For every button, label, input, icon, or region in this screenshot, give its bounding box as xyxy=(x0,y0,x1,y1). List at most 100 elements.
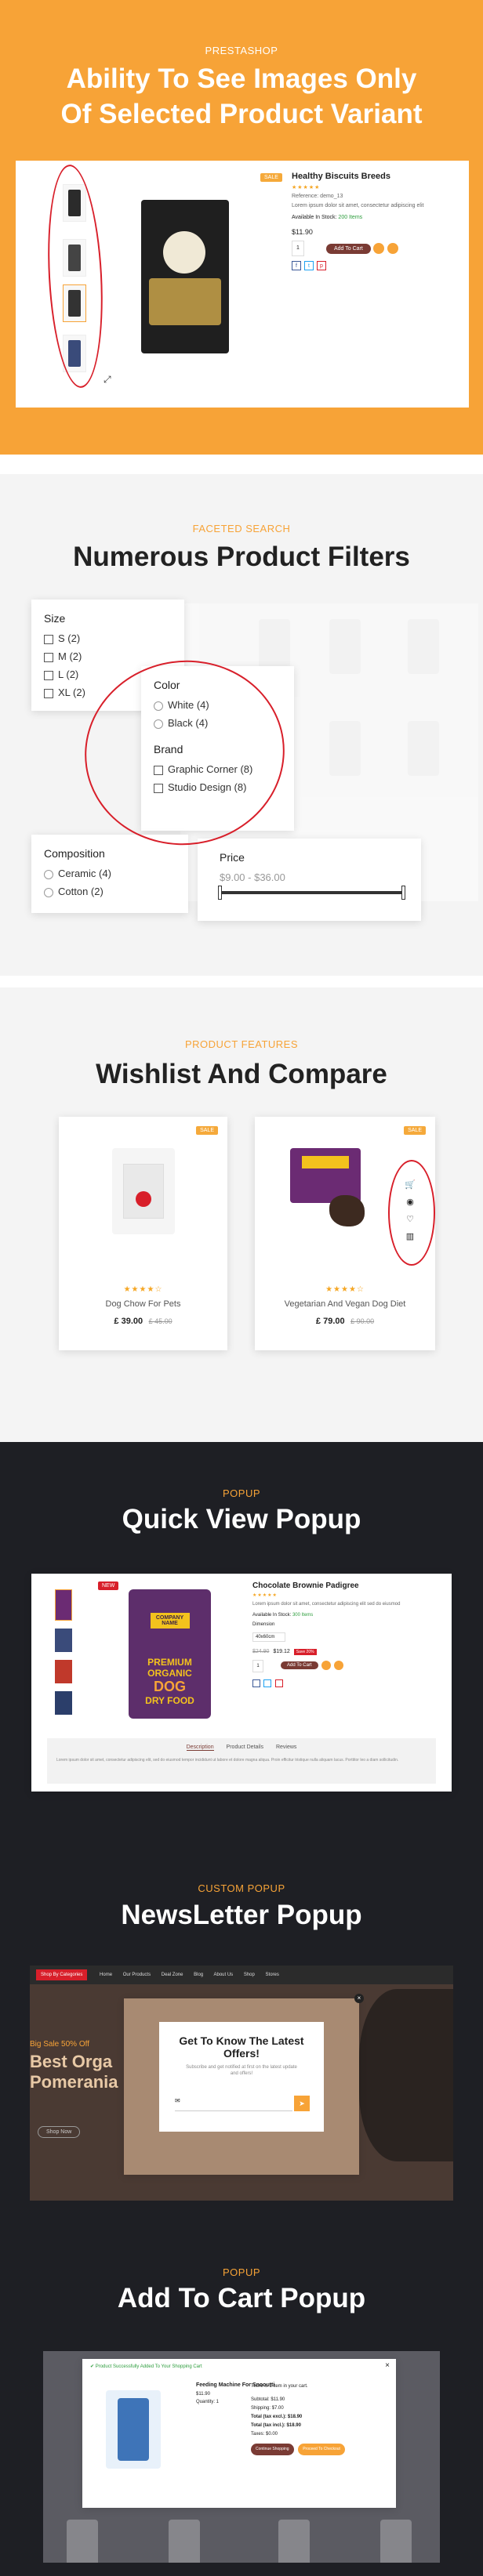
share-facebook[interactable]: f xyxy=(292,261,301,270)
tab-product-details[interactable]: Product Details xyxy=(227,1745,263,1750)
thumbnail[interactable] xyxy=(55,1629,72,1652)
site-nav: Shop By Categories Home Our Products Dea… xyxy=(30,1966,453,1984)
success-text: Product Successfully Added To Your Shopp… xyxy=(95,2364,202,2369)
proceed-checkout-button[interactable]: Proceed To Checkout xyxy=(298,2444,345,2455)
sale-badge: SALE xyxy=(196,1126,218,1135)
continue-shopping-button[interactable]: Continue Shopping xyxy=(251,2444,294,2455)
radio-icon[interactable] xyxy=(44,887,53,897)
checkbox-icon[interactable] xyxy=(44,634,53,644)
bag-text: PREMIUM xyxy=(147,1657,192,1668)
product-page-preview: ⤢ SALE Healthy Biscuits Breeds ★★★★★ Ref… xyxy=(16,161,469,408)
ghost-row xyxy=(51,2520,435,2563)
radio-icon[interactable] xyxy=(44,869,53,879)
add-to-cart-button[interactable]: Add To Cart xyxy=(326,244,371,254)
slider-handle-min[interactable] xyxy=(218,886,222,900)
filter-option[interactable]: M (2) xyxy=(44,650,172,662)
product-name[interactable]: Vegetarian And Vegan Dog Diet xyxy=(255,1299,435,1309)
product-tabs: Description Product Details Reviews Lore… xyxy=(47,1738,436,1784)
dimension-select[interactable]: 40x60cm xyxy=(252,1632,285,1642)
price-slider[interactable] xyxy=(218,886,405,900)
section-kicker: POPUP xyxy=(222,2266,260,2278)
new-badge: NEW xyxy=(98,1581,119,1590)
bag-text: DRY FOOD xyxy=(145,1695,194,1706)
cart-total-incl: Total (tax incl.): $18.90 xyxy=(251,2423,301,2428)
nav-categories[interactable]: Shop By Categories xyxy=(36,1969,88,1980)
section-kicker: POPUP xyxy=(222,1487,260,1499)
thumbnail[interactable] xyxy=(55,1660,72,1683)
share-pinterest[interactable]: p xyxy=(317,261,326,270)
quantity-input[interactable]: 1 xyxy=(252,1660,263,1672)
nav-item[interactable]: About Us xyxy=(213,1973,233,1977)
filter-option[interactable]: S (2) xyxy=(44,632,172,644)
product-image xyxy=(286,1148,372,1234)
product-reference: Reference: demo_13 xyxy=(292,194,343,199)
filter-price-heading: Price xyxy=(220,851,245,864)
facebook-icon[interactable] xyxy=(252,1679,260,1687)
nav-item[interactable]: Shop xyxy=(244,1973,255,1977)
share-twitter[interactable]: t xyxy=(304,261,314,270)
thumbnail[interactable] xyxy=(55,1691,72,1715)
rating-stars: ★★★★☆ xyxy=(325,1285,365,1294)
checkbox-icon[interactable] xyxy=(44,652,53,662)
price-range-value: $9.00 - $36.00 xyxy=(220,871,285,883)
sale-badge: SALE xyxy=(404,1126,426,1135)
nav-item[interactable]: Our Products xyxy=(123,1973,151,1977)
close-icon[interactable]: × xyxy=(385,2361,390,2370)
wishlist-button[interactable] xyxy=(373,243,384,254)
section-kicker: CUSTOM POPUP xyxy=(198,1882,285,1894)
highlight-circle xyxy=(388,1160,435,1266)
filter-option[interactable]: Cotton (2) xyxy=(44,886,176,897)
tab-description[interactable]: Description xyxy=(186,1745,214,1751)
product-price-row: £ 79.00 £ 90.00 xyxy=(255,1313,435,1328)
tab-reviews[interactable]: Reviews xyxy=(276,1745,296,1750)
quantity-input[interactable]: 1 xyxy=(292,241,304,256)
section-title: Quick View Popup xyxy=(122,1504,361,1534)
compare-button[interactable] xyxy=(387,243,398,254)
section-kicker: PRESTASHOP xyxy=(205,45,278,56)
product-price: $11.90 xyxy=(292,228,313,236)
cart-summary-head: There is 1 item in your cart. xyxy=(251,2384,308,2389)
price-row: $24.90 $19.12 Save 20% xyxy=(252,1649,317,1655)
compare-button[interactable] xyxy=(334,1661,343,1670)
checkbox-icon[interactable] xyxy=(44,670,53,680)
product-price: $19.12 xyxy=(273,1649,290,1654)
hero-title-line2: Pomerania xyxy=(30,2072,118,2092)
cart-product-qty: Quantity: 1 xyxy=(196,2400,220,2404)
product-image xyxy=(112,1148,175,1234)
wishlist-button[interactable] xyxy=(321,1661,331,1670)
cart-shipping: Shipping: $7.00 xyxy=(251,2406,284,2411)
product-description: Lorem ipsum dolor sit amet, consectetur … xyxy=(252,1602,401,1607)
cart-total-excl: Total (tax excl.): $18.90 xyxy=(251,2415,303,2419)
product-name[interactable]: Dog Chow For Pets xyxy=(59,1299,227,1309)
pinterest-icon[interactable] xyxy=(274,1679,283,1687)
main-product-image xyxy=(141,200,229,353)
section-title-line2: Of Selected Product Variant xyxy=(60,99,423,129)
section-newsletter-popup: CUSTOM POPUP NewsLetter Popup Shop By Ca… xyxy=(0,1850,483,2234)
section-title: Numerous Product Filters xyxy=(73,542,410,572)
nav-item[interactable]: Home xyxy=(100,1973,112,1977)
section-title: Wishlist And Compare xyxy=(96,1059,387,1089)
filter-composition: Composition Ceramic (4) Cotton (2) xyxy=(31,835,188,913)
slider-handle-max[interactable] xyxy=(401,886,405,900)
hero-button[interactable]: Shop Now xyxy=(38,2126,81,2138)
expand-icon[interactable]: ⤢ xyxy=(104,374,111,386)
cart-product-image xyxy=(106,2390,161,2469)
cart-taxes: Taxes: $0.00 xyxy=(251,2432,278,2437)
checkbox-icon[interactable] xyxy=(44,688,53,698)
bag-text: ORGANIC xyxy=(147,1668,192,1679)
twitter-icon[interactable] xyxy=(263,1679,272,1687)
stock-status: Available In Stock: 300 Items xyxy=(252,1613,313,1618)
product-card[interactable]: SALE ★★★★☆ Dog Chow For Pets £ 39.00 £ 4… xyxy=(59,1117,227,1350)
product-card[interactable]: SALE 🛒 ◉ ♡ ▥ ★★★★☆ Vegetarian And Vegan … xyxy=(255,1117,435,1350)
filter-composition-heading: Composition xyxy=(44,847,105,860)
nav-item[interactable]: Stores xyxy=(266,1973,279,1977)
close-icon[interactable]: × xyxy=(354,1994,364,2003)
thumbnail[interactable] xyxy=(55,1589,72,1621)
email-input[interactable]: ✉ xyxy=(175,2097,292,2111)
subscribe-button[interactable]: ➤ xyxy=(294,2096,310,2111)
filter-option[interactable]: Ceramic (4) xyxy=(44,868,176,879)
bag-brand-label: COMPANY NAME xyxy=(150,1613,190,1629)
nav-item[interactable]: Deal Zone xyxy=(162,1973,183,1977)
nav-item[interactable]: Blog xyxy=(194,1973,203,1977)
add-to-cart-button[interactable]: Add To Cart xyxy=(281,1661,318,1669)
